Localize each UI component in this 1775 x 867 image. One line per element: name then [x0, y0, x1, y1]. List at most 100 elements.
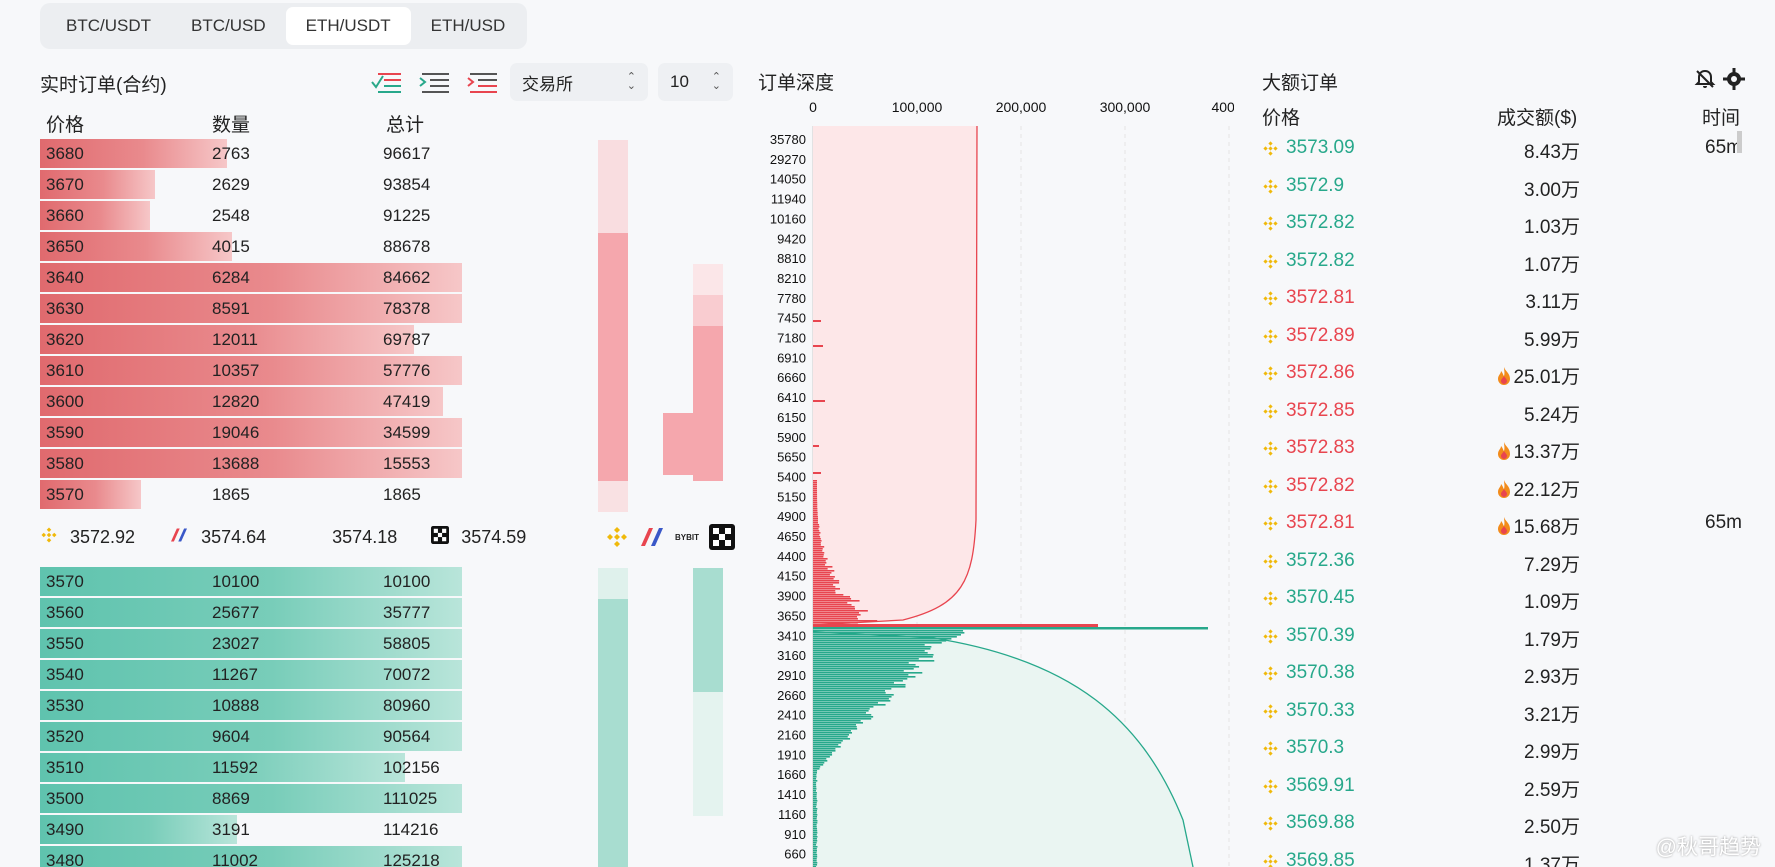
- bo-col-time: 时间: [1702, 108, 1741, 129]
- bid-depth-bar: [813, 652, 928, 654]
- bid-row[interactable]: 3570 10100 10100: [40, 567, 520, 598]
- row-total: 69787: [383, 330, 431, 349]
- big-order-row[interactable]: 3572.82 1.03万: [1262, 206, 1742, 243]
- bid-depth-bar: [813, 856, 818, 858]
- ask-depth-bar: [813, 562, 827, 564]
- big-order-amount: 8.43万: [1524, 142, 1580, 163]
- big-order-row[interactable]: 3572.36 7.29万: [1262, 544, 1742, 581]
- bid-row[interactable]: 3550 23027 58805: [40, 629, 520, 660]
- big-order-row[interactable]: 3570.45 1.09万: [1262, 581, 1742, 618]
- ask-row[interactable]: 3670 2629 93854: [40, 170, 520, 201]
- ask-depth-bar: [813, 538, 821, 540]
- big-order-row[interactable]: 3572.82 1.07万: [1262, 244, 1742, 281]
- ask-depth-bar: [813, 520, 818, 522]
- ask-row[interactable]: 3600 12820 47419: [40, 387, 520, 418]
- ask-row[interactable]: 3650 4015 88678: [40, 232, 520, 263]
- bid-share-cell: [598, 692, 628, 723]
- big-order-row[interactable]: 3570.33 3.21万: [1262, 694, 1742, 731]
- bid-depth-bar: [813, 796, 817, 798]
- big-order-amount: 1.09万: [1524, 592, 1580, 613]
- bid-depth-bar: [813, 664, 916, 666]
- tab-btc-usdt[interactable]: BTC/USDT: [46, 7, 171, 45]
- bid-depth-bar: [813, 666, 920, 668]
- symbol-tabs: BTC/USDT BTC/USD ETH/USDT ETH/USD: [40, 3, 527, 49]
- big-order-row[interactable]: 3572.86 25.01万: [1262, 356, 1742, 393]
- row-total: 84662: [383, 268, 431, 287]
- big-order-row[interactable]: 3570.3 2.99万: [1262, 731, 1742, 768]
- depth-select[interactable]: 10 ⌃ ⌄: [658, 63, 733, 101]
- ask-row[interactable]: 3660 2548 91225: [40, 201, 520, 232]
- big-order-row[interactable]: 3570.38 2.93万: [1262, 656, 1742, 693]
- tab-btc-usd[interactable]: BTC/USD: [171, 7, 286, 45]
- bid-row[interactable]: 3480 11002 125218: [40, 846, 520, 867]
- bid-depth-bar: [813, 826, 817, 828]
- big-order-amount-cell: 2.50万: [1524, 812, 1580, 839]
- big-order-row[interactable]: 3572.89 5.99万: [1262, 319, 1742, 356]
- big-order-row[interactable]: 3572.82 22.12万: [1262, 469, 1742, 506]
- bid-row[interactable]: 3510 11592 102156: [40, 753, 520, 784]
- big-order-amount-cell: 2.99万: [1524, 737, 1580, 764]
- ask-depth-bar: [813, 584, 834, 586]
- big-order-row[interactable]: 3572.9 3.00万: [1262, 169, 1742, 206]
- ask-row[interactable]: 3570 1865 1865: [40, 480, 520, 511]
- row-qty: 13688: [212, 454, 260, 473]
- tab-eth-usd[interactable]: ETH/USD: [411, 7, 526, 45]
- bid-depth-bar: [813, 674, 909, 676]
- binance-icon: [1262, 628, 1279, 651]
- gear-icon[interactable]: [1722, 67, 1746, 96]
- bid-row[interactable]: 3530 10888 80960: [40, 691, 520, 722]
- ask-depth-bar: [813, 526, 820, 528]
- big-order-row[interactable]: 3572.81 15.68万 65m: [1262, 506, 1742, 543]
- view-bids-icon[interactable]: [418, 70, 451, 94]
- big-order-price: 3570.38: [1286, 662, 1355, 683]
- bid-row[interactable]: 3490 3191 114216: [40, 815, 520, 846]
- tab-eth-usdt[interactable]: ETH/USDT: [285, 7, 411, 45]
- mute-bell-icon[interactable]: [1694, 68, 1716, 95]
- ask-depth-bar: [813, 610, 868, 612]
- big-order-amount-cell: 13.37万: [1496, 437, 1580, 464]
- big-order-row[interactable]: 3573.09 8.43万 65m: [1262, 131, 1742, 168]
- ask-share-cell: [598, 357, 628, 388]
- big-order-price: 3572.9: [1286, 174, 1345, 196]
- bo-col-amount: 成交额($): [1497, 108, 1578, 129]
- ask-depth-bar: [813, 540, 822, 542]
- ask-row[interactable]: 3590 19046 34599: [40, 418, 520, 449]
- bid-row[interactable]: 3540 11267 70072: [40, 660, 520, 691]
- bid-share-cell: [598, 723, 628, 754]
- binance-icon: [1262, 328, 1279, 351]
- bid-row[interactable]: 3500 8869 111025: [40, 784, 520, 815]
- big-order-row[interactable]: 3572.81 3.11万: [1262, 281, 1742, 318]
- ask-depth-bar: [813, 612, 860, 614]
- ask-row[interactable]: 3630 8591 78378: [40, 294, 520, 325]
- big-order-row[interactable]: 3569.91 2.59万: [1262, 769, 1742, 806]
- bitmex-icon: [169, 527, 195, 548]
- bid-depth-bar: [813, 684, 906, 686]
- row-qty: 2763: [212, 144, 250, 163]
- bid-row[interactable]: 3520 9604 90564: [40, 722, 520, 753]
- view-both-icon[interactable]: [370, 70, 403, 94]
- bid-row[interactable]: 3560 25677 35777: [40, 598, 520, 629]
- big-order-row[interactable]: 3570.39 1.79万: [1262, 619, 1742, 656]
- big-order-amount: 13.37万: [1513, 442, 1580, 463]
- big-order-row[interactable]: 3572.85 5.24万: [1262, 394, 1742, 431]
- bid-depth-bar: [813, 832, 818, 834]
- view-asks-icon[interactable]: [466, 70, 499, 94]
- exchange-select[interactable]: 交易所 ⌃ ⌄: [510, 63, 648, 101]
- ask-share-cell: [598, 388, 628, 419]
- binance-icon: [1262, 515, 1279, 538]
- scrollbar[interactable]: [1737, 131, 1742, 153]
- bid-depth-bar: [813, 788, 817, 790]
- big-order-price: 3572.83: [1286, 437, 1355, 458]
- ask-row[interactable]: 3680 2763 96617: [40, 139, 520, 170]
- fire-icon: [1496, 479, 1512, 501]
- row-price: 3660: [46, 206, 84, 225]
- ask-row[interactable]: 3580 13688 15553: [40, 449, 520, 480]
- ask-row[interactable]: 3620 12011 69787: [40, 325, 520, 356]
- ask-row[interactable]: 3610 10357 57776: [40, 356, 520, 387]
- bid-depth-bar: [813, 706, 874, 708]
- ask-row[interactable]: 3640 6284 84662: [40, 263, 520, 294]
- bid-share-cell: [598, 599, 628, 630]
- bid-depth-bar: [813, 670, 904, 672]
- big-order-row[interactable]: 3572.83 13.37万: [1262, 431, 1742, 468]
- ask-share-cell: [693, 388, 723, 419]
